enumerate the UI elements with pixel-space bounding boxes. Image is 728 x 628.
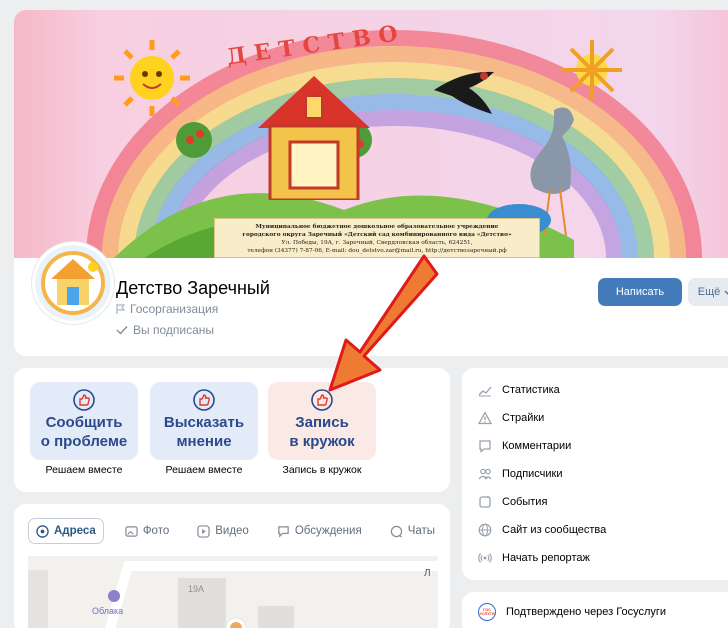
menu-item-statistics[interactable]: Статистика [478, 380, 560, 400]
map-drawing [28, 556, 438, 628]
menu-item-subscribers[interactable]: Подписчики [478, 464, 563, 484]
menu-item-comments[interactable]: Комментарии [478, 436, 571, 456]
menu-item-strikes[interactable]: Страйки [478, 408, 544, 428]
service-caption: Решаем вместе [165, 464, 243, 476]
tab-label: Обсуждения [294, 525, 362, 537]
subscribed-status[interactable]: Вы подписаны [116, 323, 214, 337]
community-services-card: Сообщить о проблеме Решаем вместе Высказ… [14, 368, 450, 492]
service-title: Сообщить [45, 414, 123, 431]
flag-icon [116, 304, 125, 314]
check-icon [116, 326, 128, 335]
users-icon [478, 468, 492, 480]
menu-item-label: Сайт из сообщества [502, 524, 607, 536]
menu-item-label: Начать репортаж [502, 552, 590, 564]
place-marker-icon [108, 590, 120, 602]
menu-item-label: Страйки [502, 412, 545, 424]
thumb-up-icon [193, 389, 215, 411]
service-club-signup[interactable]: Запись в кружок [268, 382, 376, 460]
menu-item-events[interactable]: События [478, 492, 547, 512]
warning-icon [478, 411, 492, 425]
service-title: мнение [176, 433, 232, 450]
gosuslugi-badge-icon: ГОС УСЛУГИ [478, 603, 496, 621]
house-logo-icon [35, 245, 111, 321]
chart-icon [478, 386, 492, 397]
tab-label: Видео [215, 525, 249, 537]
service-title: Высказать [163, 414, 245, 431]
cover-image: ДЕТСТВО Муниципальное бюджетное дошкольн… [14, 10, 728, 258]
broadcast-icon [478, 553, 492, 563]
page-title: Детство Заречный [116, 278, 270, 298]
tab-label: Чаты [407, 525, 436, 537]
thumb-up-icon [311, 389, 333, 411]
management-menu-card: Статистика Страйки Комментарии Подписчик… [462, 368, 728, 580]
service-title: Запись [295, 414, 349, 431]
service-report-problem[interactable]: Сообщить о проблеме [30, 382, 138, 460]
tab-label: Фото [142, 525, 170, 537]
tab-photos[interactable]: Фото [118, 518, 176, 544]
cover-org-text-panel: Муниципальное бюджетное дошкольное образ… [214, 218, 540, 258]
photo-icon [125, 525, 138, 537]
service-title: о проблеме [40, 433, 128, 450]
avatar[interactable] [32, 242, 114, 324]
discussion-icon [278, 525, 289, 538]
service-caption: Решаем вместе [45, 464, 123, 476]
service-title: в кружок [289, 433, 355, 450]
menu-item-label: События [502, 496, 548, 508]
more-button[interactable]: Ещё [688, 278, 728, 306]
map-view[interactable]: 19А Облака Л [28, 556, 438, 628]
video-icon [197, 524, 210, 538]
menu-item-label: Подписчики [502, 468, 563, 480]
gosuslugi-label: Подтверждено через Госуслуги [506, 606, 667, 618]
group-type-label: Госорганизация [130, 302, 219, 316]
house-icon [258, 76, 370, 200]
menu-item-label: Статистика [502, 384, 560, 396]
menu-item-label: Комментарии [502, 440, 572, 452]
tab-label: Адреса [54, 525, 96, 537]
chat-icon [390, 525, 402, 538]
location-pin-icon [36, 524, 49, 538]
write-message-button[interactable]: Написать [598, 278, 682, 306]
group-type: Госорганизация [116, 302, 218, 316]
menu-item-live[interactable]: Начать репортаж [478, 548, 590, 568]
tab-videos[interactable]: Видео [190, 518, 256, 544]
thumb-up-icon [73, 389, 95, 411]
more-button-label: Ещё [697, 286, 721, 298]
gosuslugi-verified[interactable]: ГОС УСЛУГИ Подтверждено через Госуслуги [478, 602, 666, 622]
content-tabs-card: Адреса Фото Видео Обсуждения Чаты 19А Об… [14, 504, 450, 628]
content-tabs: Адреса Фото Видео Обсуждения Чаты [28, 518, 450, 544]
star-sun-icon [562, 40, 622, 100]
subscribed-label: Вы подписаны [133, 323, 214, 337]
map-road-label: Л [424, 568, 431, 579]
gosuslugi-card: ГОС УСЛУГИ Подтверждено через Госуслуги [462, 592, 728, 628]
comment-icon [479, 440, 491, 453]
map-place-label: Облака [92, 606, 124, 616]
tab-chats[interactable]: Чаты [383, 518, 442, 544]
tab-discussions[interactable]: Обсуждения [270, 518, 369, 544]
map-building-label: 19А [188, 584, 205, 594]
group-header-card: ДЕТСТВО Муниципальное бюджетное дошкольн… [14, 10, 728, 356]
chevron-down-icon [724, 290, 728, 295]
globe-icon [478, 523, 492, 537]
sun-icon [114, 40, 190, 116]
tab-addresses[interactable]: Адреса [28, 518, 104, 544]
menu-item-site[interactable]: Сайт из сообщества [478, 520, 606, 540]
service-give-opinion[interactable]: Высказать мнение [150, 382, 258, 460]
event-icon [479, 496, 491, 508]
service-caption: Запись в кружок [282, 464, 362, 476]
